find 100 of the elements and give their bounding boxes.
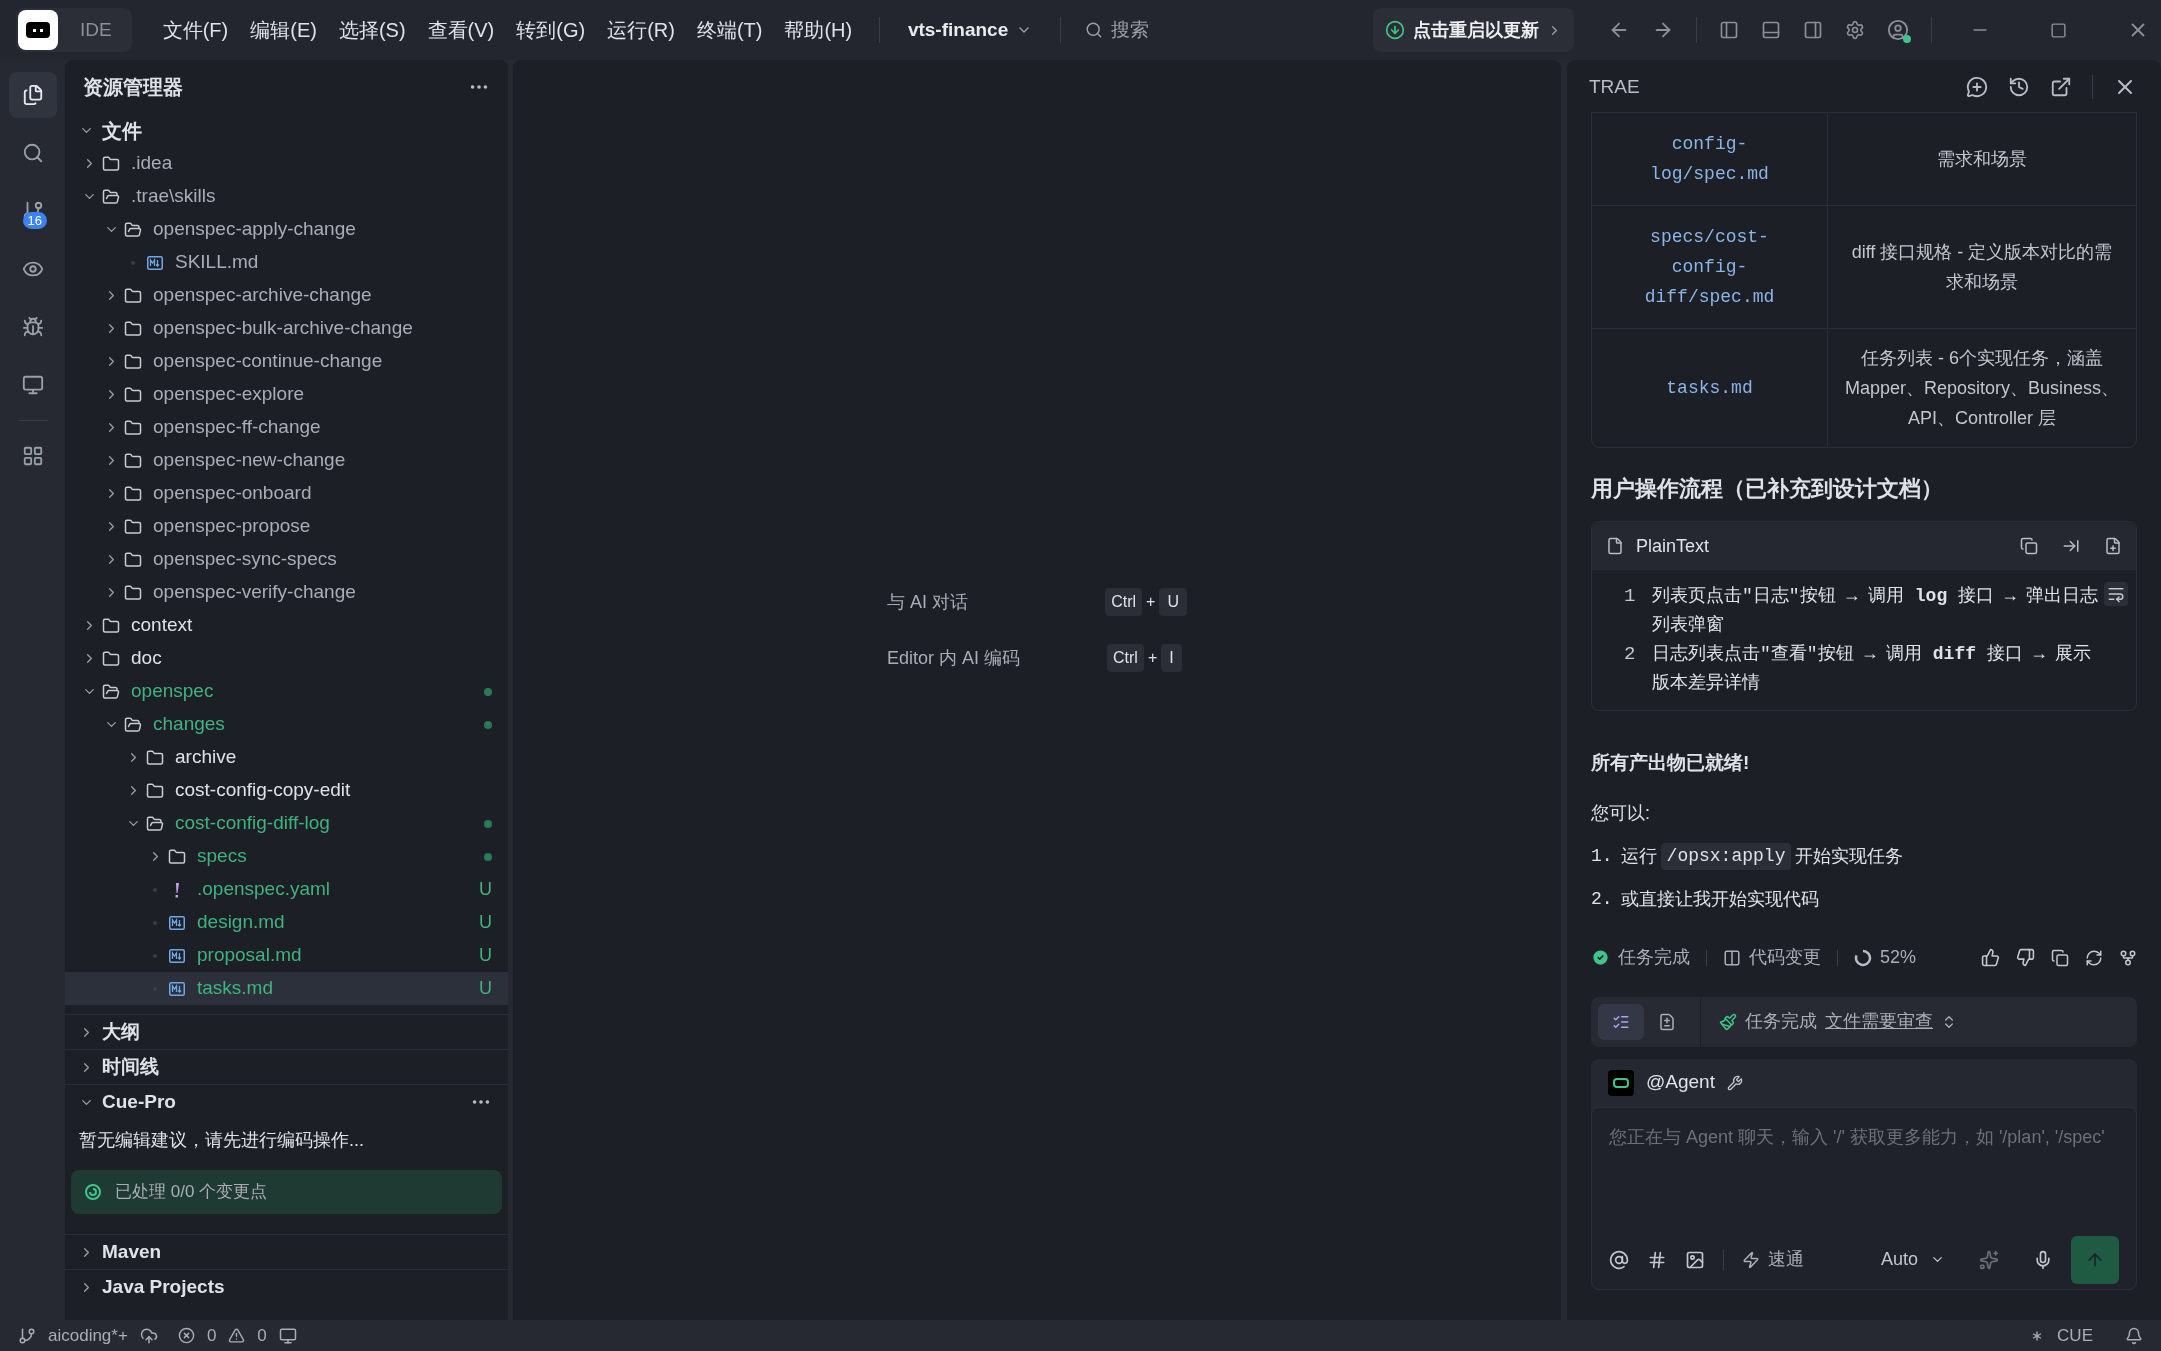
account-icon[interactable]: [1887, 19, 1909, 41]
open-folder-icon: [102, 682, 120, 701]
tools-icon[interactable]: [1726, 1074, 1743, 1091]
warning-icon[interactable]: [228, 1327, 246, 1344]
tree-row[interactable]: openspec-sync-specs: [65, 543, 508, 576]
tree-row[interactable]: cost-config-copy-edit: [65, 774, 508, 807]
code-change-link[interactable]: 代码变更: [1749, 944, 1821, 971]
error-icon[interactable]: [177, 1327, 195, 1344]
menu-item[interactable]: 选择(S): [327, 15, 417, 45]
tree-label: openspec-new-change: [153, 448, 346, 473]
tree-row[interactable]: design.md U: [65, 906, 508, 939]
image-icon[interactable]: [1685, 1249, 1705, 1270]
tree-row[interactable]: openspec-apply-change: [65, 213, 508, 246]
notification-icon[interactable]: [2125, 1326, 2143, 1345]
update-button[interactable]: 点击重启以更新: [1373, 8, 1574, 52]
tree-row[interactable]: cost-config-diff-log: [65, 807, 508, 840]
section-header[interactable]: Cue-Pro: [65, 1085, 508, 1119]
sparkle-icon[interactable]: [1979, 1249, 1999, 1270]
section-header[interactable]: Maven: [65, 1235, 508, 1269]
menu-item[interactable]: 文件(F): [151, 15, 240, 45]
panel-bottom-icon[interactable]: [1761, 20, 1781, 40]
cloud-upload-icon[interactable]: [139, 1326, 158, 1345]
project-selector[interactable]: vts-finance: [895, 15, 1045, 45]
tree-row[interactable]: .openspec.yaml U: [65, 873, 508, 906]
tree-row[interactable]: .trae\skills: [65, 180, 508, 213]
tree-label: openspec-bulk-archive-change: [153, 316, 413, 341]
thumbs-down-icon[interactable]: [2016, 948, 2035, 967]
tree-row[interactable]: proposal.md U: [65, 939, 508, 972]
settings-icon[interactable]: [1845, 20, 1865, 40]
tree-row[interactable]: specs: [65, 840, 508, 873]
branch-icon[interactable]: [2119, 948, 2137, 967]
microphone-icon[interactable]: [2033, 1249, 2053, 1270]
tree-row[interactable]: SKILL.md: [65, 246, 508, 279]
summary-title: 所有产出物已就绪!: [1591, 751, 1751, 775]
code-language: PlainText: [1636, 534, 1710, 558]
folder-icon: [102, 616, 120, 635]
tree-row[interactable]: openspec-explore: [65, 378, 508, 411]
cue-status[interactable]: CUE: [2057, 1322, 2093, 1349]
new-chat-icon[interactable]: [1966, 76, 1988, 98]
source-control-button[interactable]: 16: [8, 188, 57, 234]
hash-icon[interactable]: [1647, 1249, 1667, 1270]
menu-item[interactable]: 查看(V): [416, 15, 506, 45]
tree-row[interactable]: changes: [65, 708, 508, 741]
new-file-icon[interactable]: [2104, 537, 2122, 555]
branch-name[interactable]: aicoding*+: [48, 1322, 128, 1349]
file-path: tasks.md: [1666, 377, 1753, 400]
tree-row[interactable]: .idea: [65, 147, 508, 180]
tree-row[interactable]: openspec-bulk-archive-change: [65, 312, 508, 345]
tree-row[interactable]: tasks.md U: [65, 972, 508, 1005]
tree-row[interactable]: archive: [65, 741, 508, 774]
error-count[interactable]: 0: [206, 1322, 217, 1349]
mention-icon[interactable]: [1609, 1249, 1629, 1270]
warning-count[interactable]: 0: [257, 1322, 267, 1349]
menu-item[interactable]: 运行(R): [596, 15, 686, 45]
external-link-icon[interactable]: [2050, 76, 2072, 98]
maximize-icon[interactable]: [2050, 21, 2067, 39]
chat-composer[interactable]: 您正在与 Agent 聊天，输入 '/' 获取更多能力，如 '/plan', '/spec' 速通 Auto: [1591, 1106, 2137, 1290]
tree-row[interactable]: context: [65, 609, 508, 642]
section-header[interactable]: 时间线: [65, 1050, 508, 1084]
key-cap: Ctrl: [1107, 644, 1144, 672]
folder-icon: [168, 847, 186, 866]
panel-right-icon[interactable]: [1803, 20, 1823, 40]
chat-input[interactable]: 您正在与 Agent 聊天，输入 '/' 获取更多能力，如 '/plan', '/spec': [1592, 1107, 2136, 1231]
review-link[interactable]: 文件需要审查: [1825, 1008, 1933, 1035]
section-header[interactable]: 大纲: [65, 1015, 508, 1049]
app-logo[interactable]: IDE: [16, 8, 132, 52]
folder-icon: [124, 319, 142, 338]
code-change-icon[interactable]: [1723, 948, 1741, 967]
count-badge: 16: [22, 212, 47, 229]
copy-icon[interactable]: [2020, 537, 2038, 555]
checklist-tab[interactable]: [1598, 1003, 1644, 1040]
key-joiner: +: [1146, 592, 1156, 612]
explorer-button[interactable]: [8, 72, 57, 118]
menu-item[interactable]: 转到(G): [505, 15, 597, 45]
model-selector[interactable]: Auto: [1880, 1246, 1945, 1273]
tree-row[interactable]: openspec-continue-change: [65, 345, 508, 378]
menu-item[interactable]: 终端(T): [685, 15, 774, 45]
panel-left-icon[interactable]: [1719, 20, 1739, 40]
branch-icon[interactable]: [18, 1326, 36, 1345]
monitor-icon[interactable]: [278, 1326, 297, 1345]
refresh-icon[interactable]: [2085, 948, 2103, 967]
tree-root[interactable]: 文件: [65, 114, 508, 147]
insert-icon[interactable]: [2062, 537, 2080, 555]
tree-row[interactable]: openspec-archive-change: [65, 279, 508, 312]
history-icon[interactable]: [2008, 76, 2030, 98]
tree-row[interactable]: doc: [65, 642, 508, 675]
wrap-toggle[interactable]: [2104, 582, 2128, 606]
menu-item[interactable]: 编辑(E): [239, 15, 328, 45]
copy-icon[interactable]: [2051, 948, 2069, 967]
thumbs-up-icon[interactable]: [1981, 948, 2000, 967]
section-header[interactable]: Java Projects: [65, 1270, 508, 1304]
tree-row[interactable]: openspec-verify-change: [65, 576, 508, 609]
tree-row[interactable]: openspec-onboard: [65, 477, 508, 510]
tree-row[interactable]: openspec-ff-change: [65, 411, 508, 444]
menu-item[interactable]: 帮助(H): [773, 15, 864, 45]
mode-button[interactable]: 速通: [1742, 1246, 1804, 1273]
tree-row[interactable]: openspec: [65, 675, 508, 708]
tree-row[interactable]: openspec-propose: [65, 510, 508, 543]
tree-row[interactable]: openspec-new-change: [65, 444, 508, 477]
search-field[interactable]: 搜索: [1110, 15, 1331, 45]
